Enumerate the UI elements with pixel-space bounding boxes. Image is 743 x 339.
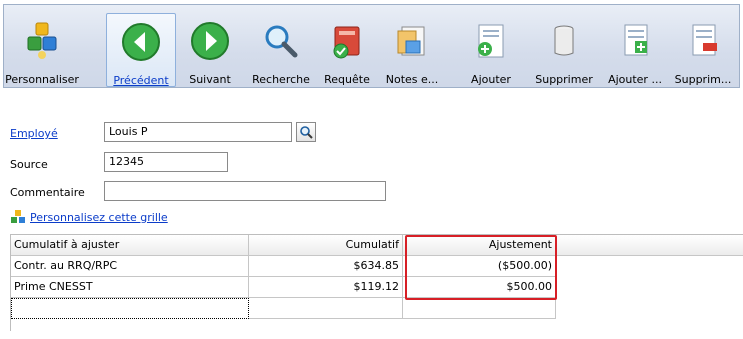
commentaire-field[interactable] (104, 181, 386, 201)
employe-link[interactable]: Employé (10, 127, 58, 140)
table-cell[interactable]: $500.00 (403, 277, 556, 298)
commentaire-label: Commentaire (10, 186, 85, 199)
previous-arrow-icon (121, 22, 161, 62)
table-cell[interactable]: Contr. au RRQ/RPC (11, 256, 249, 277)
requete-label: Requête (324, 73, 370, 86)
source-field[interactable]: 12345 (104, 152, 228, 172)
recherche-button[interactable]: Recherche (248, 13, 314, 87)
personnalisez-grille-link[interactable]: Personnalisez cette grille (10, 209, 168, 225)
next-arrow-icon (190, 21, 230, 61)
supprimer-rangee-button[interactable]: Supprim... (672, 13, 734, 87)
column-header-cumulatif-ajuster[interactable]: Cumulatif à ajuster (11, 235, 249, 256)
new-row-cell[interactable] (11, 298, 249, 319)
delete-cylinder-icon (544, 21, 584, 61)
new-row-cell[interactable] (403, 298, 556, 319)
precedent-label: Précédent (113, 74, 169, 87)
magnifier-icon (261, 21, 301, 61)
employe-field[interactable]: Louis P (104, 122, 292, 142)
magnifier-small-icon (300, 126, 313, 139)
supprimer-rangee-label: Supprim... (674, 73, 732, 86)
personnaliser-button[interactable]: Personnaliser (5, 13, 79, 87)
personnaliser-label: Personnaliser (5, 73, 79, 86)
source-label: Source (10, 158, 48, 171)
table-cell[interactable]: ($500.00) (403, 256, 556, 277)
notes-label: Notes e... (385, 73, 439, 86)
column-header-cumulatif[interactable]: Cumulatif (249, 235, 403, 256)
supprimer-label: Supprimer (535, 73, 593, 86)
suivant-label: Suivant (189, 73, 231, 86)
blocks-small-icon (11, 210, 25, 223)
personnalisez-grille-text: Personnalisez cette grille (30, 210, 168, 224)
blocks-icon (22, 21, 62, 61)
suivant-button[interactable]: Suivant (182, 13, 238, 87)
query-icon (327, 21, 367, 61)
ajouter-rangee-label: Ajouter ... (608, 73, 662, 86)
toolbar: Personnaliser Précédent Suivant Recherch… (3, 4, 740, 88)
column-header-ajustement[interactable]: Ajustement (403, 235, 556, 256)
ajouter-rangee-button[interactable]: Ajouter ... (600, 13, 670, 87)
table-cell[interactable]: Prime CNESST (11, 277, 249, 298)
recherche-label: Recherche (252, 73, 310, 86)
remove-row-icon (683, 21, 723, 61)
form-area: Employé Louis P Source 12345 Commentaire… (0, 88, 743, 339)
notes-button[interactable]: Notes e... (382, 13, 442, 87)
new-row-cell[interactable] (249, 298, 403, 319)
column-header-filler (556, 235, 743, 256)
lookup-button[interactable] (296, 122, 316, 142)
table-cell[interactable]: $119.12 (249, 277, 403, 298)
requete-button[interactable]: Requête (322, 13, 372, 87)
supprimer-button[interactable]: Supprimer (532, 13, 596, 87)
precedent-button[interactable]: Précédent (106, 13, 176, 87)
add-document-icon (471, 21, 511, 61)
notes-icon (392, 21, 432, 61)
ajouter-button[interactable]: Ajouter (466, 13, 516, 87)
table-cell[interactable]: $634.85 (249, 256, 403, 277)
add-row-icon (615, 21, 655, 61)
cumulatif-grid: Cumulatif à ajuster Cumulatif Ajustement… (10, 234, 743, 331)
ajouter-label: Ajouter (471, 73, 511, 86)
